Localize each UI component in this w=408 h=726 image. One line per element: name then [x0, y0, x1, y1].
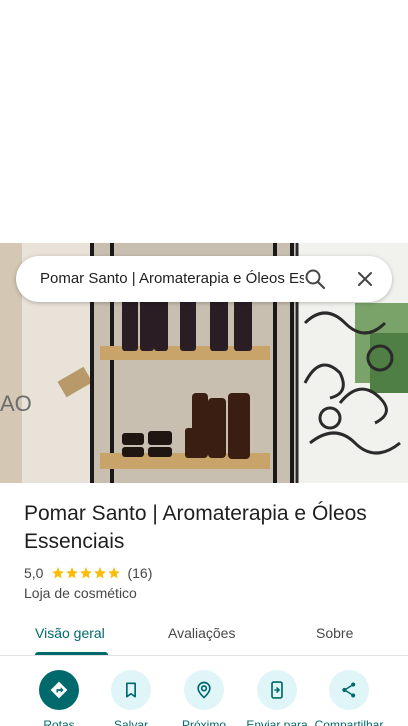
- rating-row[interactable]: 5,0 (16): [24, 563, 152, 583]
- tab-overview[interactable]: Visão geral: [35, 624, 105, 642]
- search-bar[interactable]: Pomar Santo | Aromaterapia e Óleos Essen…: [16, 256, 392, 302]
- star-icon: [108, 567, 121, 579]
- place-category: Loja de cosmético: [24, 585, 137, 601]
- share-label: Compartilhar: [314, 718, 384, 726]
- close-icon[interactable]: [353, 267, 377, 291]
- active-tab-indicator: [35, 652, 108, 655]
- share-icon: [342, 682, 356, 698]
- nearby-button[interactable]: Próximo: [162, 670, 246, 726]
- review-count[interactable]: (16): [127, 565, 152, 581]
- place-title: Pomar Santo | Aromaterapia e Óleos Essen…: [24, 502, 367, 553]
- search-icon[interactable]: [303, 267, 327, 291]
- save-label: Salvar: [113, 718, 148, 726]
- nearby-label: Próximo: [181, 718, 226, 726]
- star-icon: [52, 567, 65, 579]
- share-button[interactable]: Compartilhar: [307, 670, 391, 726]
- nearby-icon: [197, 681, 211, 699]
- place-tabs: Visão geral Avaliações Sobre: [0, 612, 408, 656]
- directions-icon: [50, 681, 68, 699]
- bookmark-icon: [126, 682, 136, 698]
- star-icon: [94, 567, 107, 579]
- search-query[interactable]: Pomar Santo | Aromaterapia e Óleos Essen…: [40, 269, 304, 289]
- tab-about[interactable]: Sobre: [316, 624, 353, 642]
- map-blank-area: [0, 0, 408, 243]
- star-icon: [80, 567, 93, 579]
- save-button[interactable]: Salvar: [89, 670, 173, 726]
- rating-value: 5,0: [24, 565, 44, 581]
- rating-stars: [51, 566, 121, 580]
- send-to-phone-icon: [271, 681, 283, 699]
- tab-reviews[interactable]: Avaliações: [168, 624, 235, 642]
- svg-text:AO: AO: [0, 391, 32, 416]
- star-icon: [66, 567, 79, 579]
